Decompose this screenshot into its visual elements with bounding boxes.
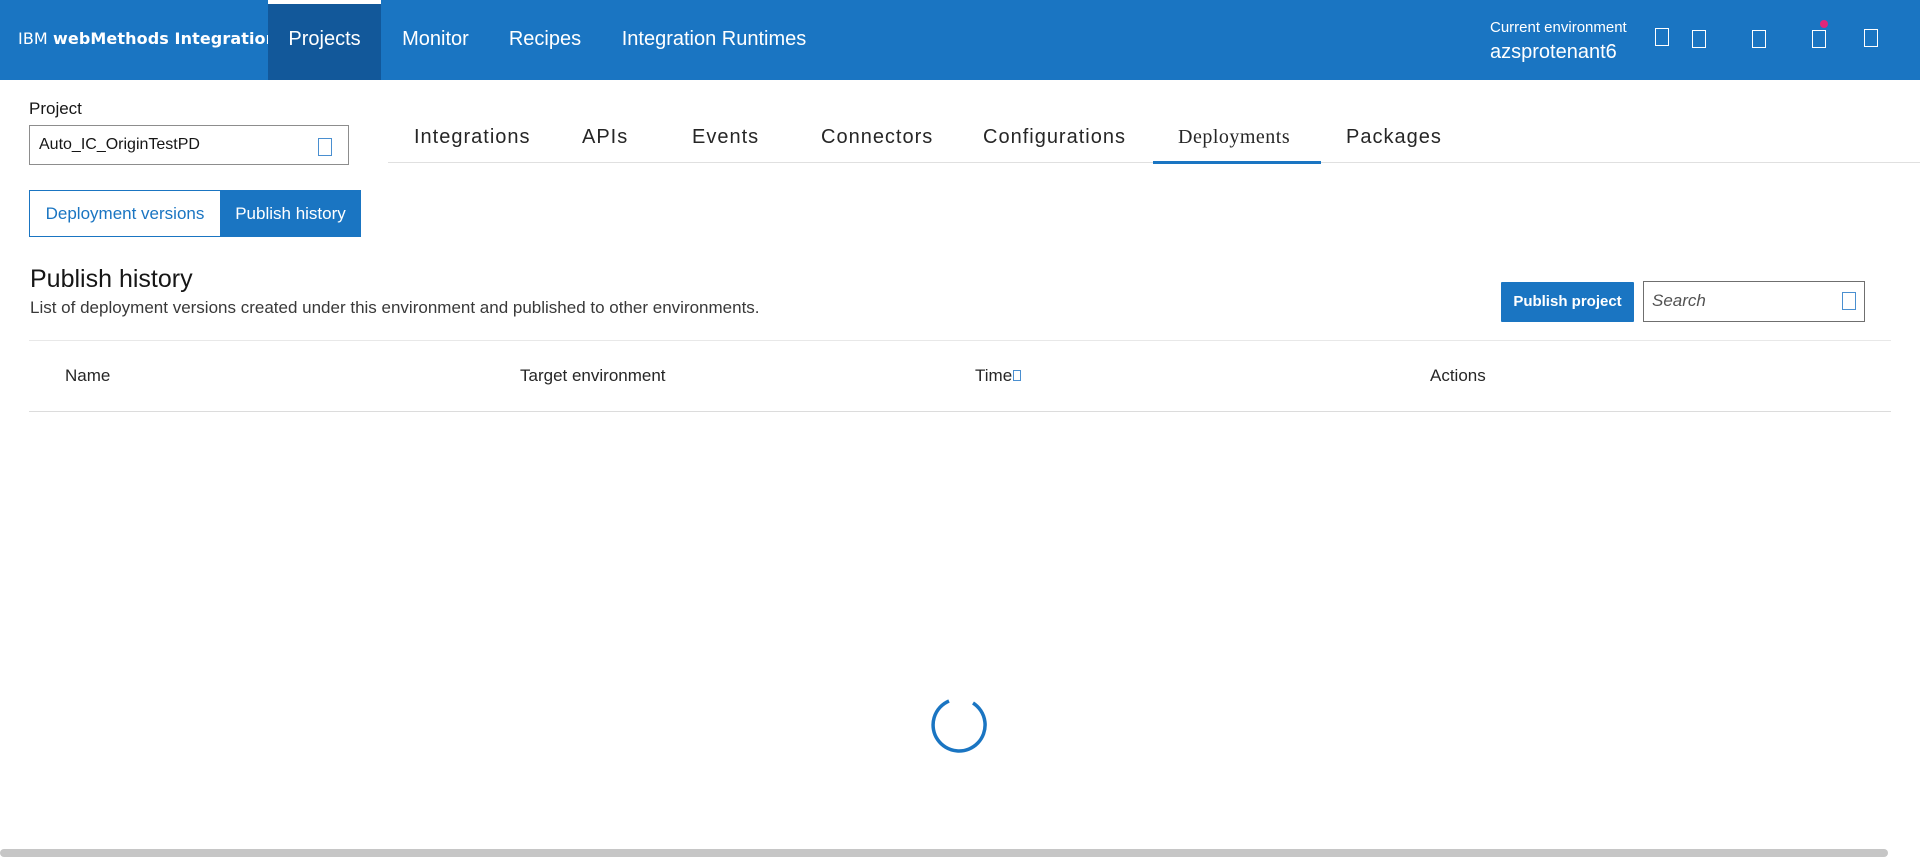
nav-monitor[interactable]: Monitor: [391, 0, 480, 80]
nav-integration-runtimes-label: Integration Runtimes: [621, 28, 807, 50]
project-label: Project: [29, 99, 82, 118]
product-logo[interactable]: IBM webMethods Integration: [18, 29, 277, 48]
tab-events[interactable]: Events: [692, 126, 759, 162]
user-icon[interactable]: [1864, 29, 1878, 47]
search-input[interactable]: [1652, 291, 1832, 311]
tab-connectors[interactable]: Connectors: [821, 126, 933, 162]
column-header-time[interactable]: Time: [975, 366, 1022, 386]
project-dropdown[interactable]: Auto_IC_OriginTestPD: [29, 125, 349, 165]
table-header-divider: [29, 411, 1891, 412]
deployment-versions-button[interactable]: Deployment versions: [29, 190, 220, 237]
column-header-name: Name: [65, 366, 111, 385]
nav-monitor-label: Monitor: [402, 28, 469, 50]
nav-projects[interactable]: Projects: [268, 0, 381, 80]
table-top-divider: [29, 340, 1891, 341]
page-title: Publish history: [30, 265, 193, 293]
nav-recipes-label: Recipes: [508, 28, 582, 50]
column-header-time-label: Time: [975, 366, 1013, 385]
nav-recipes[interactable]: Recipes: [502, 0, 588, 80]
column-header-target-environment: Target environment: [520, 366, 666, 385]
search-field[interactable]: [1643, 281, 1865, 322]
sort-icon[interactable]: [1013, 370, 1022, 381]
column-header-actions: Actions: [1430, 366, 1486, 385]
loading-spinner-icon: [931, 699, 987, 753]
tab-configurations[interactable]: Configurations: [983, 126, 1126, 162]
current-environment-name[interactable]: azsprotenant6: [1490, 41, 1617, 64]
alerts-icon[interactable]: [1812, 30, 1826, 48]
tab-packages[interactable]: Packages: [1346, 126, 1442, 162]
search-icon[interactable]: [1842, 292, 1856, 310]
tab-deployments[interactable]: Deployments: [1178, 126, 1290, 162]
nav-projects-label: Projects: [288, 28, 361, 50]
apps-icon[interactable]: [1752, 30, 1766, 48]
project-dropdown-value: Auto_IC_OriginTestPD: [39, 136, 200, 153]
current-environment-label: Current environment: [1490, 19, 1627, 36]
tab-apis[interactable]: APIs: [582, 126, 628, 162]
horizontal-scrollbar[interactable]: [0, 849, 1888, 857]
publish-project-button[interactable]: Publish project: [1501, 282, 1634, 322]
tab-integrations[interactable]: Integrations: [414, 126, 531, 162]
notification-badge: [1820, 20, 1828, 28]
page-description: List of deployment versions created unde…: [30, 298, 760, 317]
nav-integration-runtimes[interactable]: Integration Runtimes: [612, 0, 816, 80]
top-navigation-bar: IBM webMethods Integration Projects Moni…: [0, 0, 1920, 80]
chevron-down-icon: [318, 138, 332, 156]
brand-product-name: webMethods Integration: [53, 29, 278, 48]
brand-ibm: IBM: [18, 29, 48, 48]
help-icon[interactable]: [1655, 28, 1669, 46]
notifications-icon[interactable]: [1692, 30, 1706, 48]
active-tab-indicator: [1153, 161, 1321, 164]
publish-history-button[interactable]: Publish history: [220, 190, 361, 237]
